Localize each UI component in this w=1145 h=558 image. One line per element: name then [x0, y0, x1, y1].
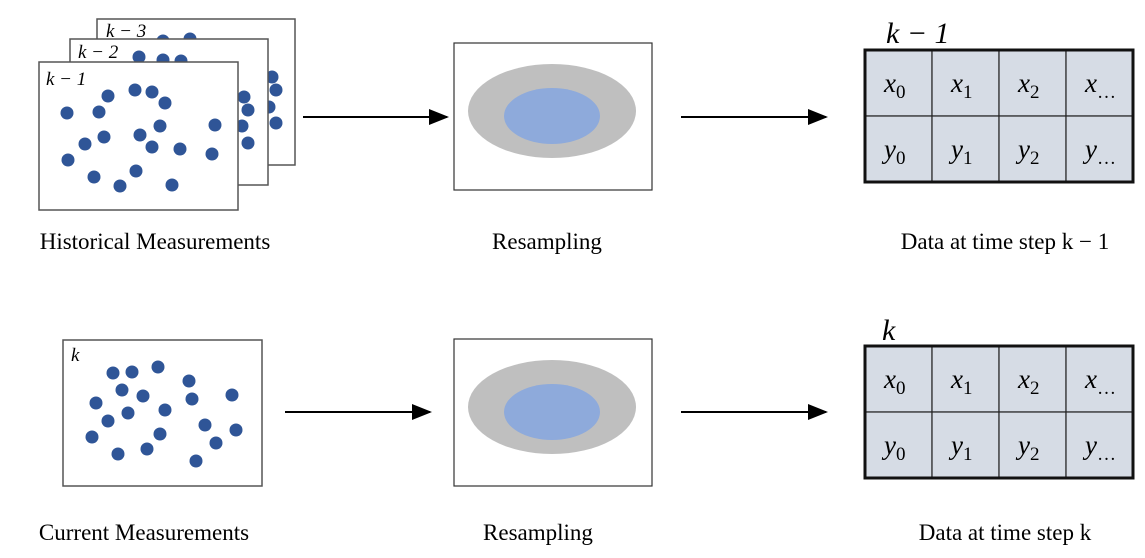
inner-ellipse	[504, 88, 600, 144]
measurement-dot	[241, 136, 255, 150]
frame-k: k	[62, 339, 263, 487]
resampling-pipeline-diagram: k − 3 k − 2 k − 1 k k − 1 x0 x1 x2 x…y0 y1 y2…	[38, 17, 1135, 545]
measurement-dot	[269, 83, 283, 97]
measurement-dot	[121, 406, 135, 420]
measurement-dot	[209, 436, 223, 450]
measurement-dot	[151, 360, 165, 374]
caption-historical: Historical Measurements	[40, 229, 271, 254]
measurement-dot	[185, 392, 199, 406]
measurement-dot	[97, 130, 111, 144]
measurement-dot	[115, 383, 129, 397]
measurement-dot	[92, 105, 106, 119]
caption-resampling-bottom: Resampling	[483, 520, 593, 545]
measurement-dot	[165, 178, 179, 192]
measurement-dot	[128, 83, 142, 97]
measurement-dot	[198, 418, 212, 432]
measurement-dot	[61, 153, 75, 167]
measurement-dot	[173, 142, 187, 156]
measurement-dot	[89, 396, 103, 410]
measurement-dot	[125, 365, 139, 379]
measurement-dot	[269, 116, 283, 130]
frame-label: k	[71, 345, 80, 366]
measurement-dot	[153, 119, 167, 133]
measurement-dot	[153, 427, 167, 441]
caption-resampling-top: Resampling	[492, 229, 602, 254]
data-table-bottom: x0 x1 x2 x…y0 y1 y2 y…	[863, 344, 1135, 480]
measurement-dot	[85, 430, 99, 444]
measurement-dot	[78, 137, 92, 151]
measurement-dot	[111, 447, 125, 461]
table-label-bottom: k	[882, 314, 896, 347]
measurement-dot	[208, 118, 222, 132]
measurement-dot	[229, 423, 243, 437]
data-table-top: x0 x1 x2 x…y0 y1 y2 y…	[863, 48, 1135, 184]
frame-label: k − 2	[78, 42, 119, 63]
frame-k-1: k − 1	[38, 61, 239, 211]
measurement-dot	[182, 374, 196, 388]
measurement-dot	[136, 389, 150, 403]
measurement-dot	[129, 164, 143, 178]
measurement-dot	[225, 388, 239, 402]
frame-label: k − 1	[46, 69, 86, 90]
measurement-dot	[101, 89, 115, 103]
measurement-dot	[158, 403, 172, 417]
inner-ellipse	[504, 384, 600, 440]
measurement-dot	[101, 414, 115, 428]
measurement-dot	[158, 96, 172, 110]
measurement-dot	[205, 147, 219, 161]
caption-data-bottom: Data at time step k	[919, 520, 1092, 545]
caption-data-top: Data at time step k − 1	[901, 229, 1109, 254]
measurement-dot	[189, 454, 203, 468]
measurement-dot	[113, 179, 127, 193]
measurement-dot	[106, 366, 120, 380]
resampling-box-top	[453, 42, 653, 191]
measurement-dot	[145, 140, 159, 154]
measurement-dot	[241, 103, 255, 117]
measurement-dot	[140, 442, 154, 456]
table-label-top: k − 1	[886, 17, 950, 50]
measurement-dot	[87, 170, 101, 184]
measurement-dot	[60, 106, 74, 120]
caption-current: Current Measurements	[39, 520, 249, 545]
measurement-dot	[145, 85, 159, 99]
measurement-dot	[237, 90, 251, 104]
resampling-box-bottom	[453, 338, 653, 487]
measurement-dot	[133, 128, 147, 142]
